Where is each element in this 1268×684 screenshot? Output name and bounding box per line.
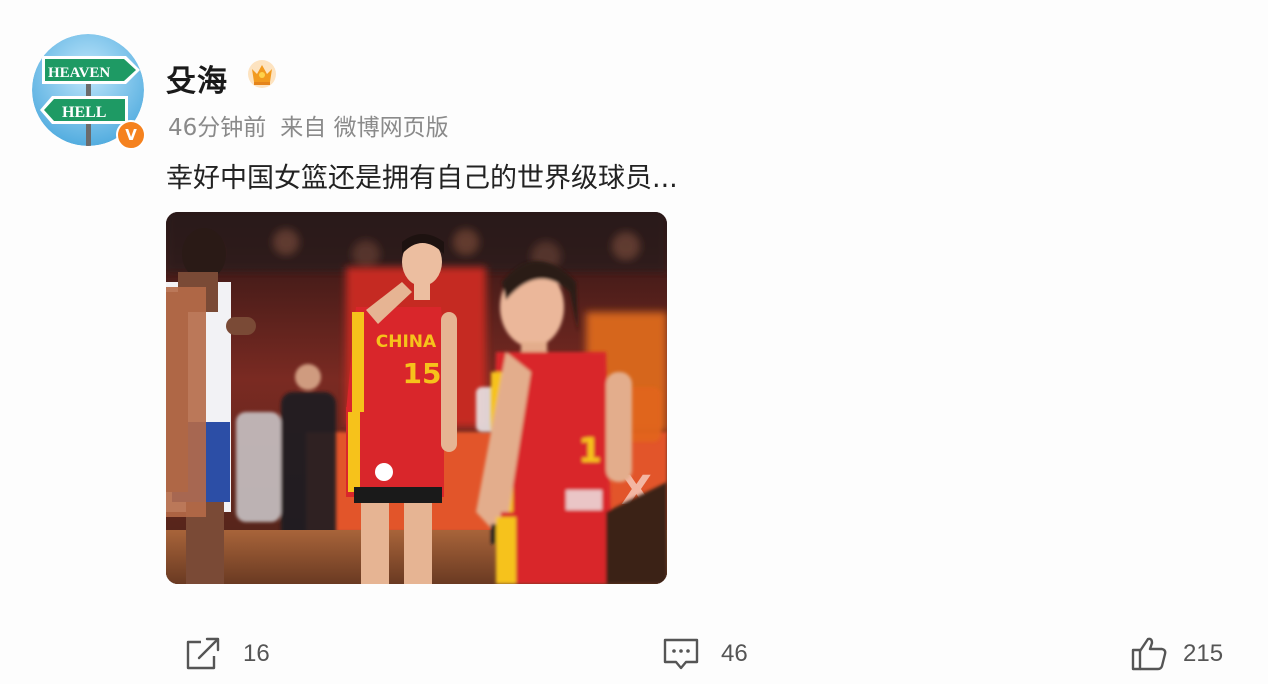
comment-count: 46 — [721, 640, 748, 667]
comment-icon — [663, 638, 699, 670]
post-meta: 46分钟前 来自 微博网页版 — [168, 108, 449, 142]
post-source: 来自 微博网页版 — [280, 115, 449, 141]
avatar-heaven-text: HEAVEN — [48, 65, 110, 81]
thumbs-up-icon — [1131, 637, 1167, 671]
share-count: 16 — [243, 640, 270, 667]
share-icon — [186, 637, 220, 670]
avatar-hell-text: HELL — [62, 104, 106, 121]
jersey-number: 15 — [403, 357, 442, 390]
crown-badge-icon[interactable] — [246, 58, 278, 90]
second-jersey-number: 1 — [578, 431, 602, 471]
post-text: 幸好中国女篮还是拥有自己的世界级球员... — [166, 163, 678, 194]
weibo-post-card: HEAVEN HELL V 殳海 46分钟前 来自 微博网页版 幸好中国女篮还是拥… — [0, 0, 1268, 684]
basketball-photo: X CHINA 15 1 — [166, 212, 667, 584]
jersey-text: CHINA — [376, 332, 437, 352]
like-count: 215 — [1183, 640, 1224, 667]
share-button[interactable]: 16 — [183, 634, 270, 674]
verified-badge-icon: V — [116, 120, 146, 150]
like-button[interactable]: 215 — [1129, 634, 1223, 674]
post-time[interactable]: 46分钟前 — [168, 115, 266, 141]
post-image[interactable]: X CHINA 15 1 — [166, 212, 667, 584]
comment-button[interactable]: 46 — [661, 634, 748, 674]
author-name[interactable]: 殳海 — [166, 56, 228, 100]
